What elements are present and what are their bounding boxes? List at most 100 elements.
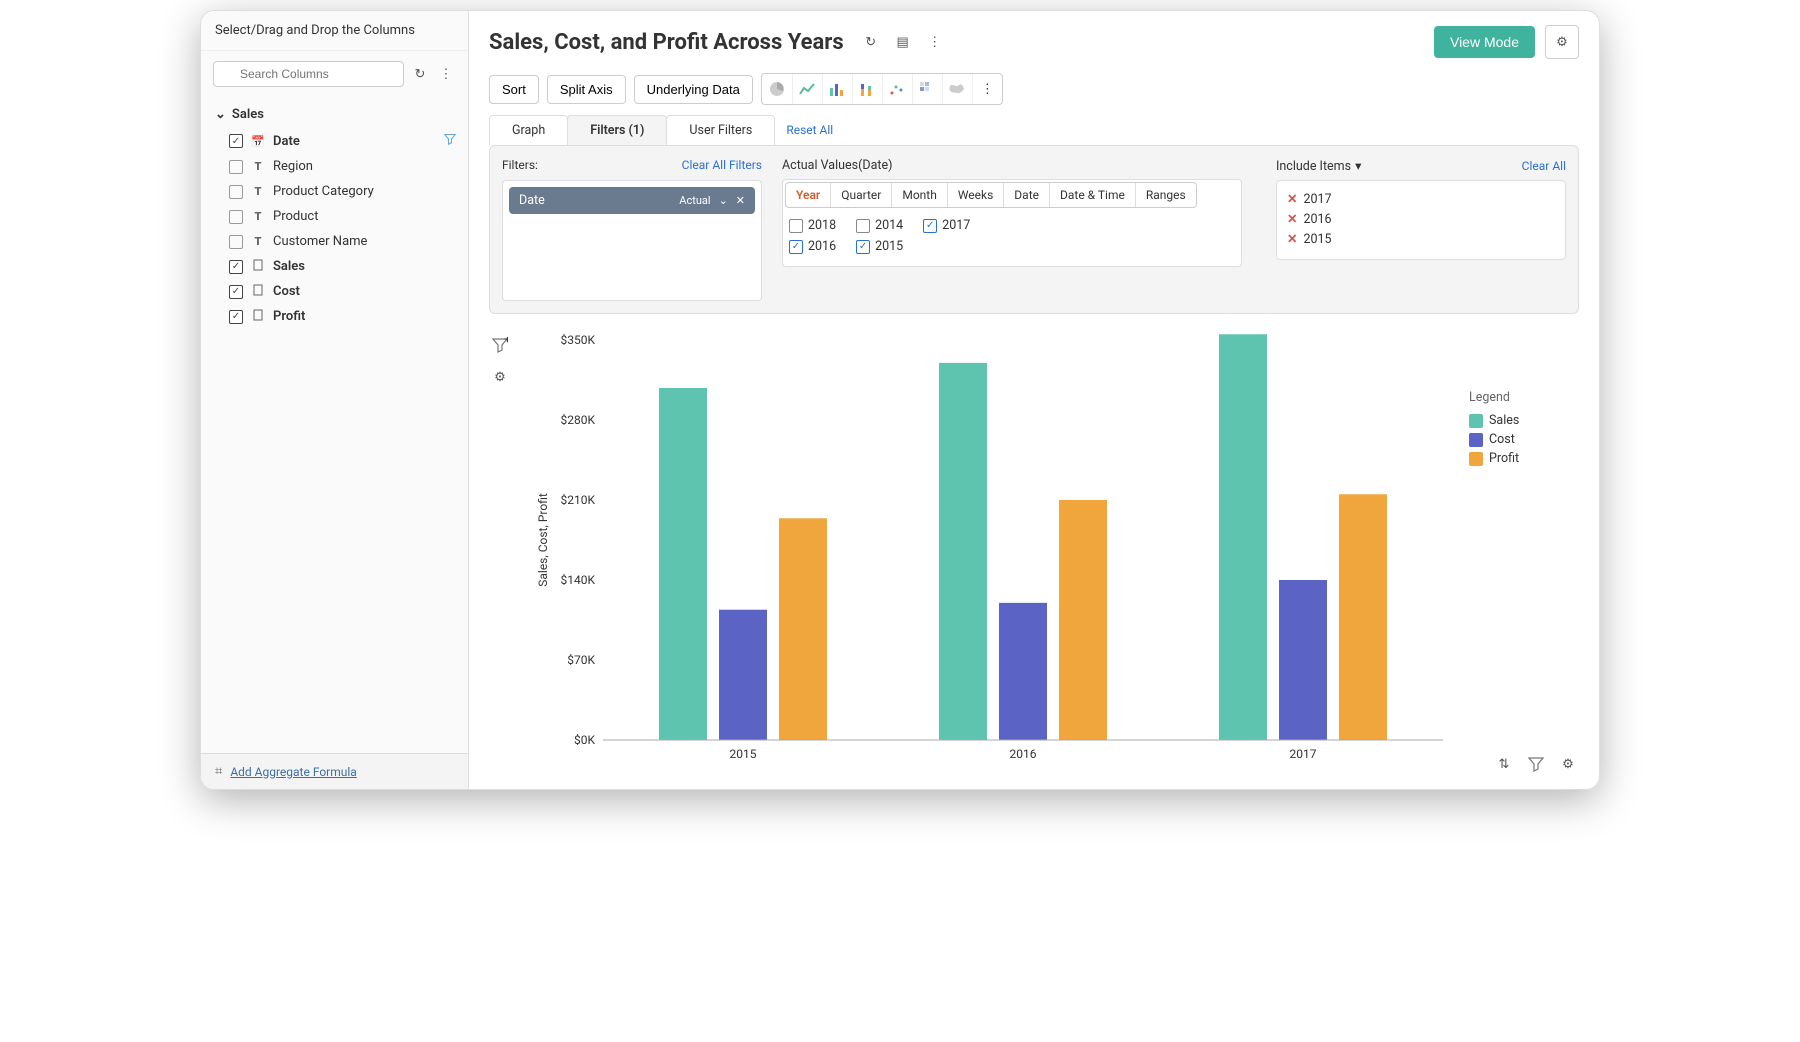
type-icon (251, 284, 265, 299)
column-item[interactable]: T Product (211, 204, 458, 229)
heatmap-icon[interactable] (912, 74, 942, 104)
filter-pill-date[interactable]: Date Actual ⌄ ✕ (509, 187, 755, 214)
checkbox[interactable] (789, 219, 803, 233)
tab-filters[interactable]: Filters (1) (567, 115, 667, 145)
legend-item[interactable]: Profit (1469, 449, 1579, 468)
bar[interactable] (659, 388, 707, 740)
save-icon[interactable]: ▤ (892, 31, 914, 53)
granularity-option[interactable]: Date (1004, 183, 1050, 207)
reset-all-link[interactable]: Reset All (786, 123, 833, 137)
split-axis-button[interactable]: Split Axis (547, 75, 626, 104)
settings-button[interactable]: ⚙ (1545, 25, 1579, 59)
checkbox[interactable] (229, 235, 243, 249)
bar-chart-icon[interactable] (822, 74, 852, 104)
year-option[interactable]: ✓2015 (856, 239, 903, 254)
gear-icon[interactable]: ⚙ (1557, 753, 1579, 775)
legend-label: Profit (1489, 451, 1519, 466)
bar[interactable] (1339, 494, 1387, 740)
page-title: Sales, Cost, and Profit Across Years (489, 30, 844, 55)
filter-add-icon[interactable]: + (489, 334, 511, 356)
underlying-data-button[interactable]: Underlying Data (634, 75, 753, 104)
chart-settings-icon[interactable]: ⚙ (489, 366, 511, 388)
line-chart-icon[interactable] (792, 74, 822, 104)
column-item[interactable]: T Product Category (211, 179, 458, 204)
search-input[interactable] (213, 61, 404, 87)
granularity-option[interactable]: Month (892, 183, 947, 207)
year-option[interactable]: 2018 (789, 218, 836, 233)
svg-text:2015: 2015 (730, 747, 757, 761)
filter-icon[interactable] (444, 133, 456, 149)
clear-all-filters-link[interactable]: Clear All Filters (682, 158, 762, 172)
checkbox[interactable] (229, 160, 243, 174)
type-icon: T (251, 160, 265, 173)
more-icon[interactable]: ⋮ (436, 63, 456, 85)
granularity-option[interactable]: Quarter (831, 183, 892, 207)
checkbox[interactable]: ✓ (856, 240, 870, 254)
granularity-option[interactable]: Ranges (1136, 183, 1196, 207)
chevron-down-icon[interactable]: ⌄ (719, 194, 728, 207)
checkbox[interactable]: ✓ (229, 260, 243, 274)
remove-icon[interactable]: ✕ (1287, 211, 1297, 227)
column-label: Region (273, 159, 313, 174)
pie-chart-icon[interactable] (762, 74, 792, 104)
clear-all-included-link[interactable]: Clear All (1522, 159, 1566, 173)
sort-button[interactable]: Sort (489, 75, 539, 104)
bar[interactable] (719, 610, 767, 740)
remove-icon[interactable]: ✕ (1287, 191, 1297, 207)
column-item[interactable]: ✓ Profit (211, 304, 458, 329)
bar[interactable] (939, 363, 987, 740)
add-aggregate-link[interactable]: Add Aggregate Formula (230, 765, 357, 779)
legend-swatch (1469, 452, 1483, 466)
view-mode-button[interactable]: View Mode (1434, 26, 1535, 58)
year-option[interactable]: ✓2017 (923, 218, 970, 233)
scatter-chart-icon[interactable] (882, 74, 912, 104)
chart: $0K$70K$140K$210K$280K$350KSales, Cost, … (517, 330, 1469, 770)
tab-user-filters[interactable]: User Filters (666, 115, 775, 145)
granularity-option[interactable]: Date & Time (1050, 183, 1136, 207)
more-title-icon[interactable]: ⋮ (924, 31, 946, 53)
tree-group[interactable]: ⌄ Sales (211, 101, 458, 128)
stacked-bar-icon[interactable] (852, 74, 882, 104)
include-items-dropdown[interactable]: Include Items ▾ (1276, 158, 1361, 174)
checkbox[interactable] (229, 210, 243, 224)
bar[interactable] (1279, 580, 1327, 740)
granularity-tabs: YearQuarterMonthWeeksDateDate & TimeRang… (785, 182, 1197, 208)
checkbox[interactable]: ✓ (229, 285, 243, 299)
legend-item[interactable]: Cost (1469, 430, 1579, 449)
chart-more-icon[interactable]: ⋮ (972, 74, 1002, 104)
legend-label: Sales (1489, 413, 1519, 428)
column-item[interactable]: ✓ Cost (211, 279, 458, 304)
bar[interactable] (999, 603, 1047, 740)
bar[interactable] (1219, 334, 1267, 740)
remove-icon[interactable]: ✕ (1287, 231, 1297, 247)
tab-graph[interactable]: Graph (489, 115, 568, 145)
checkbox[interactable]: ✓ (229, 310, 243, 324)
close-icon[interactable]: ✕ (736, 194, 745, 207)
included-item: ✕2016 (1287, 209, 1555, 229)
column-item[interactable]: ✓ 📅 Date (211, 128, 458, 154)
year-option[interactable]: ✓2016 (789, 239, 836, 254)
bar[interactable] (779, 518, 827, 740)
column-item[interactable]: T Customer Name (211, 229, 458, 254)
checkbox[interactable]: ✓ (923, 219, 937, 233)
sort-axis-icon[interactable]: ⇅ (1493, 753, 1515, 775)
column-item[interactable]: T Region (211, 154, 458, 179)
granularity-option[interactable]: Year (786, 183, 831, 207)
refresh-icon[interactable]: ↻ (410, 63, 430, 85)
bar[interactable] (1059, 500, 1107, 740)
checkbox[interactable] (856, 219, 870, 233)
checkbox[interactable] (229, 185, 243, 199)
included-value: 2017 (1303, 192, 1331, 207)
granularity-option[interactable]: Weeks (948, 183, 1004, 207)
checkbox[interactable]: ✓ (229, 134, 243, 148)
svg-text:$350K: $350K (560, 333, 595, 347)
refresh-chart-icon[interactable]: ↻ (860, 31, 882, 53)
filter-panel: Filters: Clear All Filters Date Actual ⌄… (489, 145, 1579, 314)
column-item[interactable]: ✓ Sales (211, 254, 458, 279)
checkbox[interactable]: ✓ (789, 240, 803, 254)
legend-item[interactable]: Sales (1469, 411, 1579, 430)
map-chart-icon[interactable] (942, 74, 972, 104)
included-item: ✕2015 (1287, 229, 1555, 249)
year-option[interactable]: 2014 (856, 218, 903, 233)
filter-icon[interactable] (1525, 753, 1547, 775)
